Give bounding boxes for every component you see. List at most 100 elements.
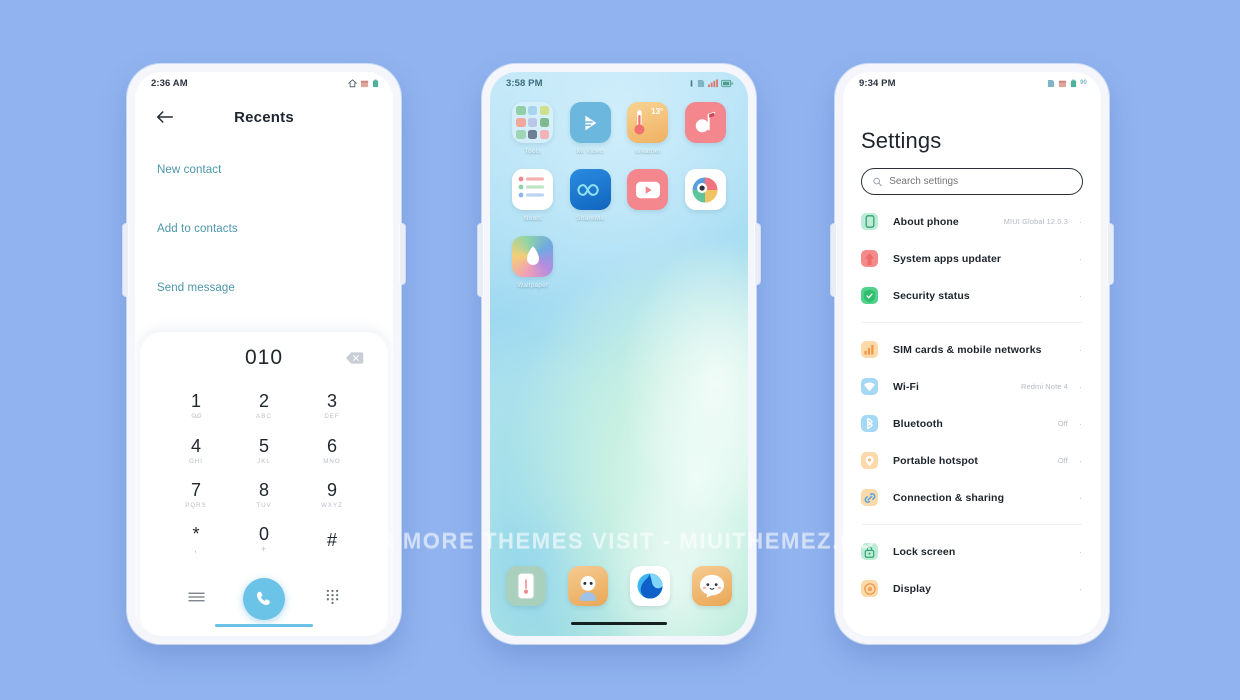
battery-icon [721,79,733,87]
key-hash[interactable]: # [298,518,366,563]
settings-row-system-apps-updater[interactable]: System apps updater · [861,240,1083,277]
key-sublabel: PQRS [185,502,207,510]
app-notes[interactable]: Notes [504,169,562,222]
keypad[interactable]: 1 2 ABC 3 DEF 4 GHI 5 JKL 6 MNO 7 PQRS 8 TUV 9 WXYZ *, 0 + # [140,384,388,562]
phone-device-icon[interactable] [506,566,546,606]
app-tools-folder[interactable]: Tools [504,102,562,155]
contacts-person-icon[interactable] [568,566,608,606]
key-8[interactable]: 8 TUV [230,473,298,518]
display-icon [861,580,878,597]
link-icon [861,489,878,506]
browser-globe-icon[interactable] [630,566,670,606]
key-sublabel: , [194,544,198,555]
key-digit: 3 [326,391,337,412]
key-5[interactable]: 5 JKL [230,429,298,474]
navigation-pill[interactable] [215,623,313,627]
mi-video-icon[interactable] [569,102,611,143]
app-shareme-infinity[interactable]: ShareMe [562,169,620,222]
key-0[interactable]: 0 + [230,518,298,563]
settings-row-sim-cards-mobile-networks[interactable]: SIM cards & mobile networks · [861,331,1083,368]
chevron-right-icon: · [1079,455,1082,466]
search-settings-box[interactable] [861,168,1083,195]
settings-group: SIM cards & mobile networks · Wi-Fi Redmi N… [861,331,1083,516]
sim-icon [1048,79,1055,87]
settings-row-value: MIUI Global 12.0.3 [1003,217,1068,226]
settings-row-bluetooth[interactable]: Bluetooth Off · [861,405,1083,442]
dialed-number-display[interactable]: 010 [140,332,388,384]
action-add-to-contacts[interactable]: Add to contacts [135,211,393,247]
settings-row-connection-sharing[interactable]: Connection & sharing · [861,479,1083,516]
youtube-play-icon[interactable] [627,169,669,210]
app-wallpaper-flower[interactable]: Wallpaper [504,236,562,289]
power-button[interactable] [1108,224,1113,284]
music-note-icon[interactable] [684,102,726,143]
settings-row-label: Connection & sharing [893,491,1005,504]
volume-button[interactable] [123,224,128,296]
app-weather-thermometer[interactable]: 13° Weather [619,102,677,155]
bluetooth-icon [861,415,878,432]
backspace-icon[interactable] [345,352,364,365]
status-bar: 3:58 PM [490,72,748,94]
key-4[interactable]: 4 GHI [162,429,230,474]
key-1[interactable]: 1 [162,384,230,429]
app-grid[interactable]: Tools Mi Video 13° Weather Notes ShareMe Wallp… [504,102,734,289]
power-button[interactable] [755,224,760,284]
key-digit: 1 [190,391,201,412]
settings-row-display[interactable]: Display · [861,570,1083,607]
notes-icon[interactable] [512,169,554,210]
settings-row-label: Security status [893,289,970,302]
settings-row-portable-hotspot[interactable]: Portable hotspot Off · [861,442,1083,479]
settings-list[interactable]: About phone MIUI Global 12.0.3 · System app… [861,203,1083,607]
status-time: 2:36 AM [151,77,188,89]
key-7[interactable]: 7 PQRS [162,473,230,518]
tools-folder-icon[interactable] [512,102,554,143]
volume-button[interactable] [478,224,483,296]
search-input[interactable] [889,176,1071,187]
volume-button[interactable] [831,224,836,296]
settings-row-label: About phone [893,215,959,228]
call-button[interactable] [243,578,285,620]
settings-row-about-phone[interactable]: About phone MIUI Global 12.0.3 · [861,203,1083,240]
dialpad-grid-icon[interactable] [326,589,339,609]
shareme-infinity-icon[interactable] [569,169,611,210]
key-digit: 4 [190,435,201,456]
dock[interactable] [506,566,732,606]
sim-icon [697,79,705,87]
settings-row-label: Bluetooth [893,417,943,430]
settings-row-security-status[interactable]: Security status · [861,277,1083,314]
messages-face-icon[interactable] [692,566,732,606]
key-6[interactable]: 6 MNO [298,429,366,474]
action-send-message[interactable]: Send message [135,270,393,306]
settings-row-lock-screen[interactable]: Lock screen · [861,533,1083,570]
app-color-wheel[interactable] [677,169,735,222]
key-9[interactable]: 9 WXYZ [298,473,366,518]
weather-thermometer-icon[interactable]: 13° [627,102,669,143]
settings-row-label: Lock screen [893,545,956,558]
app-music-note[interactable] [677,102,735,155]
recents-panel: Recents New contact Add to contacts Send… [135,94,393,346]
key-sublabel: DEF [324,413,340,421]
key-star[interactable]: *, [162,518,230,563]
phone1-screen: 2:36 AM Recents New contact Add to conta… [135,72,393,636]
menu-lines-icon[interactable] [187,590,205,608]
key-digit: 0 [258,524,269,545]
key-digit: 8 [258,480,269,501]
key-3[interactable]: 3 DEF [298,384,366,429]
wallpaper-flower-icon[interactable] [512,236,554,277]
phone-dialer: 2:36 AM Recents New contact Add to conta… [123,64,405,644]
color-wheel-icon[interactable] [684,169,726,210]
app-youtube-play[interactable] [619,169,677,222]
settings-row-label: Portable hotspot [893,454,979,467]
app-mi-video[interactable]: Mi Video [562,102,620,155]
divider [861,322,1083,323]
key-2[interactable]: 2 ABC [230,384,298,429]
key-digit: 6 [326,435,337,456]
calendar-icon [1059,80,1067,87]
status-icons [348,78,379,88]
chevron-right-icon: · [1079,381,1082,392]
back-arrow-icon[interactable] [155,107,175,127]
power-button[interactable] [400,224,405,284]
settings-row-wi-fi[interactable]: Wi-Fi Redmi Note 4 · [861,368,1083,405]
action-new-contact[interactable]: New contact [135,152,393,188]
navigation-pill[interactable] [571,621,667,625]
